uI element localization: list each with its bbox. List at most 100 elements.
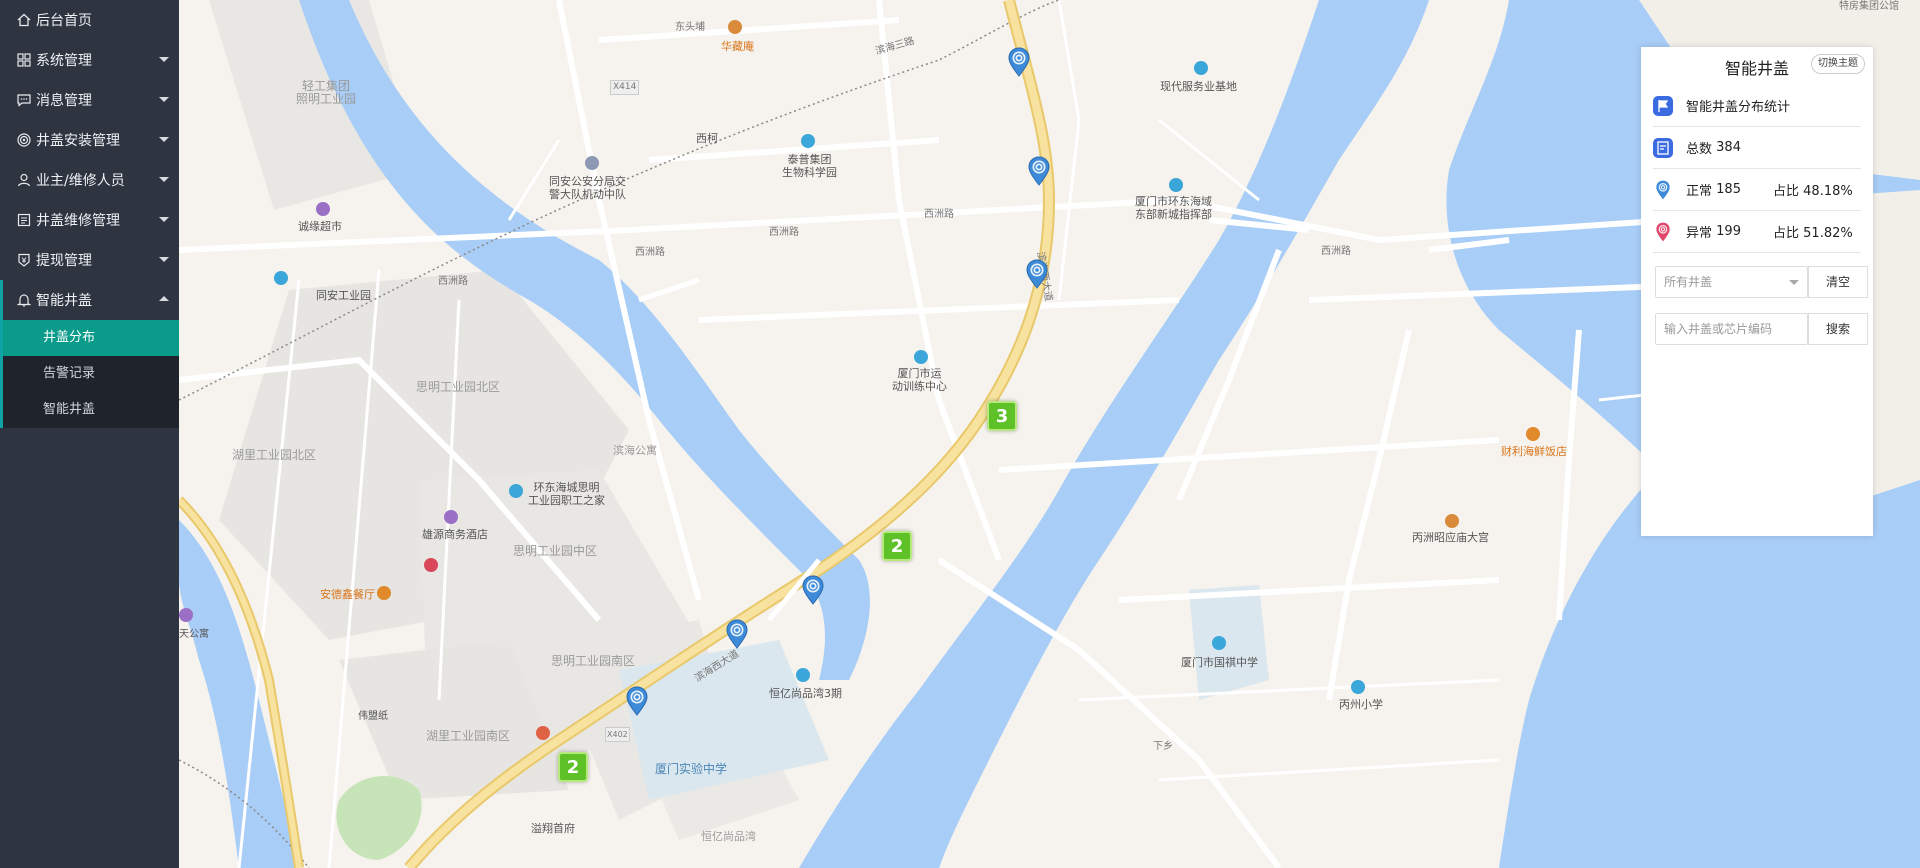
map-label: 湖里工业园北区 [232,448,317,462]
map-label: 厦门市国祺中学 [1181,656,1258,669]
sidebar-item-home[interactable]: 后台首页 [0,0,179,40]
sidebar-item-users[interactable]: 业主/维修人员 [0,160,179,200]
pin-icon [424,558,438,572]
map-label: 天公寓 [179,629,209,640]
normal-percent: 占比 48.18% [1773,180,1853,199]
sidebar-item-label: 提现管理 [36,253,92,269]
sidebar-item-repair[interactable]: 井盖维修管理 [0,200,179,240]
map-label: 西洲路 [635,247,665,258]
manhole-pin-icon[interactable] [1025,259,1049,289]
hotel-icon [444,510,458,524]
manhole-pin-icon[interactable] [1007,47,1031,77]
home-poi-icon [536,726,550,740]
alarm-pin-icon [1656,222,1670,241]
panel-header: 智能井盖 切换主题 [1641,47,1873,83]
sidebar-item-label: 井盖维修管理 [36,213,120,229]
school-icon [1351,680,1365,694]
map-label: 伟盟纸 [358,711,388,722]
map-label: 湖里工业园南区 [426,729,511,743]
sidebar-item-smart-cover[interactable]: 智能井盖 [0,280,179,320]
total-label: 总数 [1686,142,1713,157]
sidebar: 后台首页 系统管理 消息管理 井盖安装管理 业主/维修人员 井盖维修管理 提现管… [0,0,179,868]
total-row: 总数 384 [1653,127,1861,169]
abnormal-pct-label: 占比 [1773,226,1800,241]
sports-icon [914,350,928,364]
sidebar-item-label: 消息管理 [36,93,92,109]
chevron-up-icon [159,296,169,301]
map-label: 现代服务业基地 [1160,80,1237,93]
normal-pct-label: 占比 [1773,184,1800,199]
manhole-pin-icon[interactable] [801,575,825,605]
chevron-down-icon [159,217,169,222]
tools-icon [16,212,32,228]
cover-filter-value: 所有井盖 [1664,275,1713,289]
abnormal-label: 异常 [1686,226,1713,241]
temple-icon [1445,514,1459,528]
map-label: 厦门市运 动训练中心 [892,367,947,393]
target-icon [16,132,32,148]
cover-filter-select[interactable]: 所有井盖 [1655,266,1808,298]
map-label: 丙洲昭应庙大宫 [1412,531,1489,544]
abnormal-pct-value: 51.82% [1803,226,1853,241]
map-label: 下乡 [1153,741,1173,752]
sidebar-item-label: 业主/维修人员 [36,173,125,189]
sidebar-item-messages[interactable]: 消息管理 [0,80,179,120]
switch-theme-button[interactable]: 切换主题 [1811,54,1865,74]
sidebar-item-label: 井盖安装管理 [36,133,120,149]
sidebar-item-system[interactable]: 系统管理 [0,40,179,80]
map-label: 特房集团公馆 [1839,1,1899,12]
withdraw-icon [16,252,32,268]
temple-icon [728,20,742,34]
map-label: 厦门实验中学 [655,762,728,776]
map-label: 西洲路 [924,209,954,220]
chevron-down-icon [159,97,169,102]
map-label: 西洲路 [438,276,468,287]
manhole-pin-icon[interactable] [725,619,749,649]
map-label: X402 [605,727,630,742]
map-label: 西洲路 [769,227,799,238]
map-label: 财利海鲜饭店 [1501,445,1567,458]
map-label: 西柯 [696,132,718,145]
map-label: 同安公安分局交 警大队机动中队 [549,175,626,201]
map-label: 环东海城思明 工业园职工之家 [528,481,605,507]
submenu-item-alarm-records[interactable]: 告警记录 [3,356,179,392]
map-label: 同安工业园 [316,289,371,302]
map-label: 轻工集团 照明工业园 [296,79,357,106]
abnormal-percent: 占比 51.82% [1773,222,1853,241]
building-icon [801,134,815,148]
normal-pct-value: 48.18% [1803,184,1853,199]
marker-cluster[interactable]: 3 [987,401,1017,431]
map-label: 华藏庵 [721,40,754,53]
total-count: 384 [1716,140,1741,155]
map-label: 诚缘超市 [298,220,342,233]
stats-panel: 智能井盖 切换主题 智能井盖分布统计 总数 384 正常 185 占比 48.1… [1641,47,1873,536]
map-label: 安德鑫餐厅 [320,588,375,601]
building-icon [796,668,810,682]
map-label: 西洲路 [1321,246,1351,257]
manhole-pin-icon[interactable] [625,686,649,716]
marker-cluster[interactable]: 2 [882,531,912,561]
message-icon [16,92,32,108]
sidebar-item-withdraw[interactable]: 提现管理 [0,240,179,280]
bell-icon [16,292,32,308]
building-icon [274,271,288,285]
marker-cluster[interactable]: 2 [558,752,588,782]
building-icon [1194,61,1208,75]
search-button[interactable]: 搜索 [1808,313,1868,345]
building-icon [1169,178,1183,192]
map-label: X414 [610,80,640,95]
map-label: 厦门市环东海域 东部新城指挥部 [1135,195,1212,221]
chevron-down-icon [159,177,169,182]
shop-icon [316,202,330,216]
normal-count: 185 [1716,182,1741,197]
manhole-pin-icon[interactable] [1027,156,1051,186]
submenu-item-distribution[interactable]: 井盖分布 [3,320,179,356]
abnormal-count: 199 [1716,224,1741,239]
map-label: 东头埔 [675,22,705,33]
clear-button[interactable]: 清空 [1808,266,1868,298]
map-label: 泰普集团 生物科学园 [782,153,837,179]
search-input[interactable] [1655,313,1808,345]
submenu-item-smart-cover[interactable]: 智能井盖 [3,392,179,428]
normal-row: 正常 185 占比 48.18% [1653,169,1861,211]
sidebar-item-install[interactable]: 井盖安装管理 [0,120,179,160]
